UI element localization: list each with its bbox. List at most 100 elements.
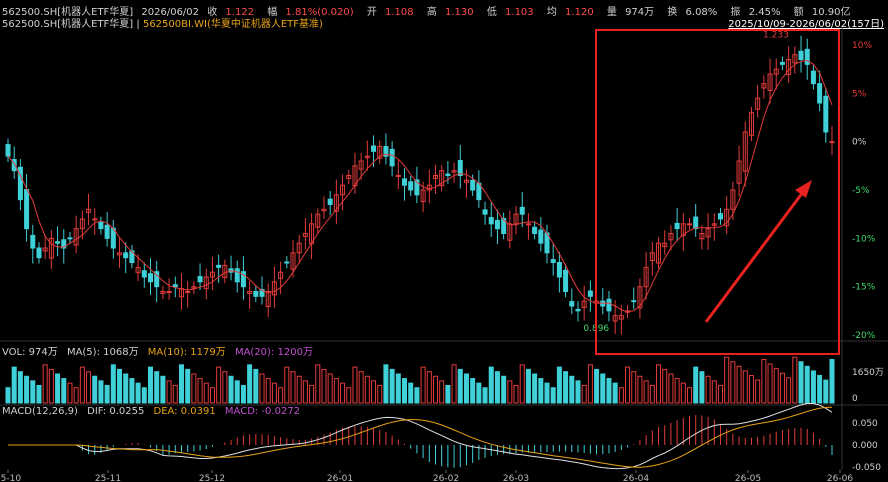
volume-bar [501,375,507,404]
macd-axis-tick: 0.000 [852,441,878,451]
candle-body [525,223,531,226]
volume-bar [693,366,699,404]
volume-bar [340,382,346,404]
volume-bar [234,380,240,404]
candle-body [823,95,829,133]
ma-line-red [7,59,833,313]
volume-bar [265,378,271,404]
volume-bar [5,387,11,404]
volume-bar [426,371,432,404]
candle-body [216,264,222,268]
volume-bar [724,356,730,404]
volume-bar [216,366,222,404]
candle-body [24,189,30,230]
volume-bar [463,373,469,404]
volume-bar [240,384,246,404]
candle-body [798,50,804,60]
x-axis-tick: 25-11 [95,474,121,482]
volume-bar [327,373,333,404]
volume-bar [686,387,693,404]
candle-body [55,241,61,244]
candle-body [587,290,593,297]
candle-body [253,291,259,297]
trend-arrow-head [795,180,812,198]
x-axis-tick: 26-02 [433,474,459,482]
candle-body [327,198,333,206]
volume-bar [730,361,736,404]
volume-bar [61,378,67,404]
volume-bar [612,382,618,404]
vol-ma10: MA(10): 1179万 [147,347,226,358]
volume-bar [445,384,451,404]
candle-body [563,269,569,293]
volume-bar [649,384,655,404]
macd-hist: MACD: -0.0272 [224,406,301,417]
volume-bar [507,380,513,404]
candle-body [185,291,191,293]
volume-bar [420,366,426,404]
volume-bar [755,379,761,404]
volume-bar [488,366,494,404]
volume-bar [358,371,364,404]
candle-body [804,48,810,65]
candle-body [141,270,147,278]
candle-body [519,206,525,215]
volume-bar [141,387,147,404]
price-axis-tick: 5% [852,89,867,99]
volume-bar [476,382,482,404]
volume-bar [736,365,742,404]
volume-bar [315,364,321,404]
candle-body [92,218,98,221]
macd-axis-tick: 0.050 [852,419,878,429]
price-axis-tick: -20% [852,331,876,341]
candle-body [829,141,835,144]
volume-bar [494,371,500,404]
volume-bar [284,366,290,404]
volume-bar [600,373,606,404]
x-axis-tick: 26-03 [503,474,529,482]
candle-body [389,148,395,167]
volume-bar [129,378,135,404]
volume-bar [631,371,637,404]
candle-body [631,300,637,303]
macd-legend: MACD(12,26,9) DIF: 0.0255 DEA: 0.0391 MA… [2,406,306,417]
volume-bar [160,375,166,404]
trend-arrow-shaft [704,187,808,323]
volume-bar [674,378,680,404]
volume-bar [513,384,519,404]
volume-bar [36,384,42,404]
macd-axis-tick: -0.050 [852,463,881,473]
volume-bar [556,366,562,404]
candle-body [810,70,816,85]
volume-bar [482,387,488,404]
candle-body [197,276,203,283]
volume-bar [544,382,550,404]
volume-bar [569,375,575,404]
candle-body [371,145,377,152]
volume-bar [154,371,160,404]
volume-bar [656,364,662,404]
candle-body [401,178,408,186]
volume-bar [67,382,73,404]
volume-bar [618,387,624,404]
candle-body [123,252,129,259]
candle-body [674,222,680,230]
volume-bar [371,380,377,404]
candle-body [482,209,488,215]
volume-bar [222,371,228,404]
max-price-label: 1.233 [763,30,789,40]
x-axis-tick: 26-01 [327,474,353,482]
volume-bar [470,378,476,404]
volume-axis-tick: 0 [852,394,858,404]
volume-bar [637,375,643,404]
candle-body [36,247,42,259]
volume-bar [395,373,401,404]
candle-body [408,181,414,191]
volume-bar [203,382,209,404]
x-axis-tick: 26-04 [623,474,649,482]
volume-bar [30,380,36,404]
volume-bar [73,387,79,404]
volume-bar [581,384,587,404]
volume-bar [172,384,178,404]
candle-body [172,284,178,288]
